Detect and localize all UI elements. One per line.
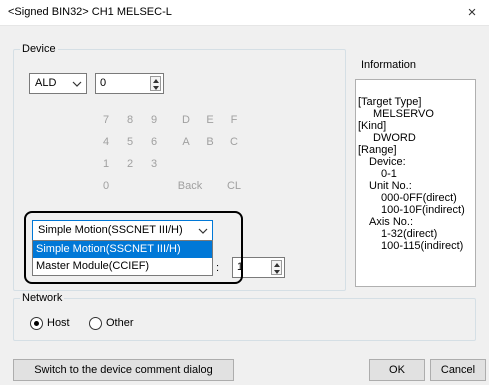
keypad-key-9[interactable]: 9 bbox=[143, 109, 165, 131]
network-group: Network bbox=[13, 292, 476, 341]
stepper-down-icon bbox=[153, 86, 159, 90]
keypad-key-0[interactable]: 0 bbox=[95, 175, 117, 197]
network-other-label[interactable]: Other bbox=[106, 317, 134, 329]
info-line: [Target Type] bbox=[358, 96, 422, 108]
info-line: Unit No.: bbox=[369, 180, 412, 192]
device-number-stepper[interactable] bbox=[150, 76, 161, 91]
keypad-key-7[interactable]: 7 bbox=[95, 109, 117, 131]
keypad-key-b[interactable]: B bbox=[199, 131, 221, 153]
title-bar: <Signed BIN32> CH1 MELSEC-L × bbox=[0, 0, 489, 26]
keypad-key-5[interactable]: 5 bbox=[119, 131, 141, 153]
network-host-radio[interactable] bbox=[30, 317, 43, 330]
keypad-key-back[interactable]: Back bbox=[175, 175, 205, 197]
keypad-key-1[interactable]: 1 bbox=[95, 153, 117, 175]
info-line: MELSERVO bbox=[373, 108, 434, 120]
axis-number-stepper[interactable] bbox=[271, 260, 282, 275]
device-type-value: ALD bbox=[35, 77, 57, 89]
highlight-annotation bbox=[24, 211, 243, 284]
keypad-key-6[interactable]: 6 bbox=[143, 131, 165, 153]
device-number-input[interactable]: 0 bbox=[95, 73, 164, 94]
window-title: <Signed BIN32> CH1 MELSEC-L bbox=[8, 6, 172, 18]
device-type-select[interactable]: ALD bbox=[29, 73, 87, 94]
keypad-key-d[interactable]: D bbox=[175, 109, 197, 131]
stepper-up-icon bbox=[274, 263, 280, 267]
keypad-key-3[interactable]: 3 bbox=[143, 153, 165, 175]
keypad-key-f[interactable]: F bbox=[223, 109, 245, 131]
keypad-key-e[interactable]: E bbox=[199, 109, 221, 131]
network-other-radio[interactable] bbox=[89, 317, 102, 330]
chevron-down-icon bbox=[72, 81, 82, 87]
network-host-label[interactable]: Host bbox=[47, 317, 70, 329]
keypad-key-8[interactable]: 8 bbox=[119, 109, 141, 131]
info-line: [Range] bbox=[358, 144, 397, 156]
keypad-key-4[interactable]: 4 bbox=[95, 131, 117, 153]
info-line: 100-10F(indirect) bbox=[381, 204, 465, 216]
radio-selected-dot bbox=[34, 321, 39, 326]
info-line: 1-32(direct) bbox=[381, 228, 438, 240]
cancel-button[interactable]: Cancel bbox=[430, 359, 486, 381]
ok-button[interactable]: OK bbox=[369, 359, 425, 381]
info-line: Device: bbox=[369, 156, 406, 168]
info-line: 0-1 bbox=[381, 168, 397, 180]
device-number-value: 0 bbox=[100, 77, 107, 89]
keypad-key-a[interactable]: A bbox=[175, 131, 197, 153]
switch-comment-button[interactable]: Switch to the device comment dialog bbox=[13, 359, 234, 381]
keypad-key-c[interactable]: C bbox=[223, 131, 245, 153]
device-group-label: Device bbox=[22, 43, 56, 55]
network-group-label: Network bbox=[22, 292, 63, 304]
stepper-down-icon bbox=[274, 270, 280, 274]
keypad-key-cl[interactable]: CL bbox=[223, 175, 245, 197]
info-line: 000-0FF(direct) bbox=[381, 192, 457, 204]
info-line: [Kind] bbox=[358, 120, 387, 132]
information-panel: [Target Type] MELSERVO [Kind] DWORD [Ran… bbox=[355, 79, 476, 287]
close-icon[interactable]: × bbox=[459, 1, 485, 25]
info-line: Axis No.: bbox=[369, 216, 414, 228]
info-line: DWORD bbox=[373, 132, 416, 144]
stepper-up-icon bbox=[153, 79, 159, 83]
keypad-key-2[interactable]: 2 bbox=[119, 153, 141, 175]
info-line: 100-115(indirect) bbox=[381, 240, 464, 252]
information-label: Information bbox=[361, 59, 417, 71]
